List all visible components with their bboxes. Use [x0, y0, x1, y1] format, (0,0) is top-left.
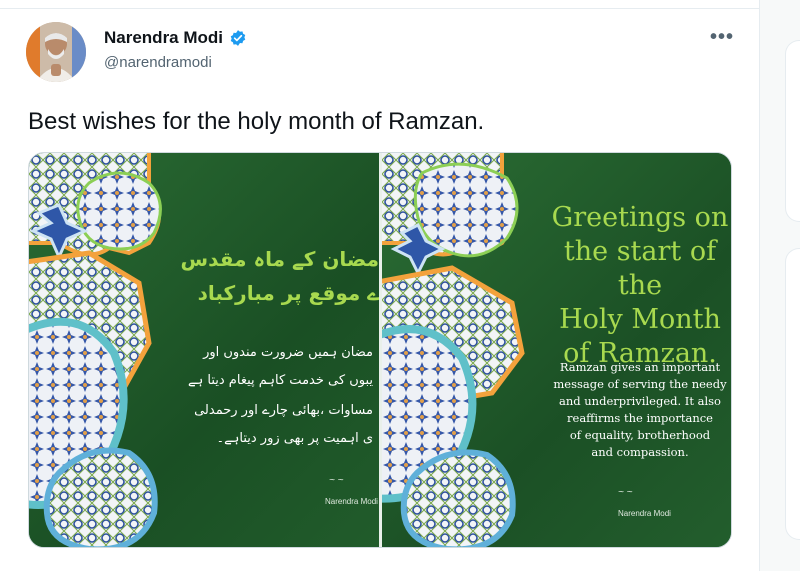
urdu-title-line-1: مضان کے ماہ مقدس [180, 247, 379, 271]
greeting-title-line-2: the start of the [563, 236, 717, 301]
author-handle[interactable]: @narendramodi [104, 54, 212, 71]
urdu-body-line-4: ی اہمیت پر بھی زور دیتاہے۔ [216, 431, 373, 446]
greeting-title-line-1: Greetings on [551, 202, 729, 233]
author-name-row[interactable]: Narendra Modi [104, 28, 247, 48]
greeting-message-line-5: of equality, brotherhood [569, 428, 711, 442]
more-options-icon[interactable]: ••• [710, 26, 734, 49]
author-name[interactable]: Narendra Modi [104, 28, 223, 48]
media-image-english[interactable]: Greetings on the start of the Holy Month… [382, 153, 731, 547]
signature-scribble: ~ ~ [618, 487, 633, 498]
greeting-title: Greetings on the start of the Holy Month… [540, 201, 731, 371]
greeting-message-line-4: reaffirms the importance [567, 411, 713, 425]
greeting-title-line-3: Holy Month [559, 304, 721, 335]
avatar-image [26, 22, 86, 82]
greeting-message-line-6: and compassion. [591, 445, 689, 459]
tweet-card[interactable]: Narendra Modi @narendramodi ••• Best wis… [0, 0, 760, 571]
signature-name: Narendra Modi [618, 509, 671, 518]
signature-name: Narendra Modi [325, 497, 378, 506]
urdu-body-line-2: یبوں کی خدمت کاہم پیغام دیتا ہے [188, 373, 373, 388]
urdu-title-line-2: ے موقع پر مبارکباد [197, 281, 379, 305]
greeting-message-line-2: message of serving the needy [553, 377, 727, 391]
urdu-body-line-3: مساوات ،بھائی چارے اور رحمدلی [194, 403, 373, 418]
tweet-media[interactable]: مضان کے ماہ مقدس ے موقع پر مبارکباد مضان… [28, 152, 732, 548]
sidebar-card-edge [785, 248, 800, 540]
sidebar-card-edge [785, 40, 800, 222]
greeting-message-line-1: Ramzan gives an important [559, 360, 721, 374]
greeting-message-line-3: and underprivileged. It also [559, 394, 721, 408]
tweet-text: Best wishes for the holy month of Ramzan… [28, 108, 485, 135]
greeting-message: Ramzan gives an important message of ser… [542, 359, 731, 461]
signature-scribble: ~ ~ [329, 475, 344, 486]
verified-badge-icon [230, 30, 246, 46]
media-image-urdu[interactable]: مضان کے ماہ مقدس ے موقع پر مبارکباد مضان… [29, 153, 379, 547]
avatar[interactable] [26, 22, 86, 82]
urdu-body-line-1: مضان ہمیں ضرورت مندوں اور [203, 345, 373, 360]
